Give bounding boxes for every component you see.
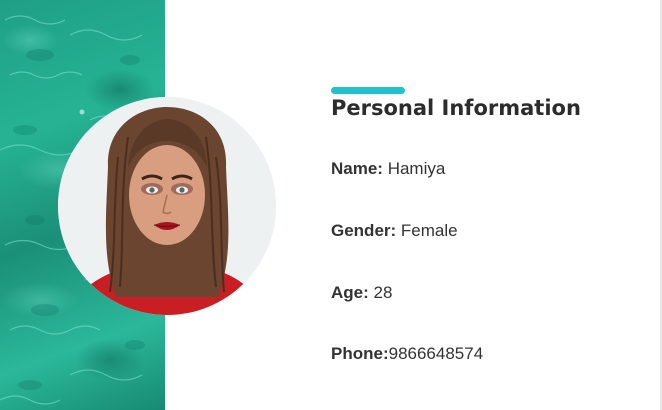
gender-label: Gender: [331, 221, 397, 240]
profile-photo [58, 97, 276, 315]
name-field: Name: Hamiya [331, 159, 445, 179]
phone-field: Phone:9866648574 [331, 344, 483, 364]
phone-value: 9866648574 [388, 344, 484, 363]
profile-card: Personal Information Name: Hamiya Gender… [0, 0, 662, 410]
avatar [58, 97, 276, 315]
gender-value: Female [396, 221, 458, 240]
age-field: Age: 28 [331, 283, 392, 303]
phone-label: Phone: [331, 344, 389, 363]
age-label: Age: [331, 283, 369, 302]
section-title: Personal Information [331, 96, 581, 120]
name-value: Hamiya [382, 159, 446, 178]
accent-bar [331, 87, 405, 94]
age-value: 28 [368, 283, 393, 302]
gender-field: Gender: Female [331, 221, 458, 241]
name-label: Name: [331, 159, 383, 178]
